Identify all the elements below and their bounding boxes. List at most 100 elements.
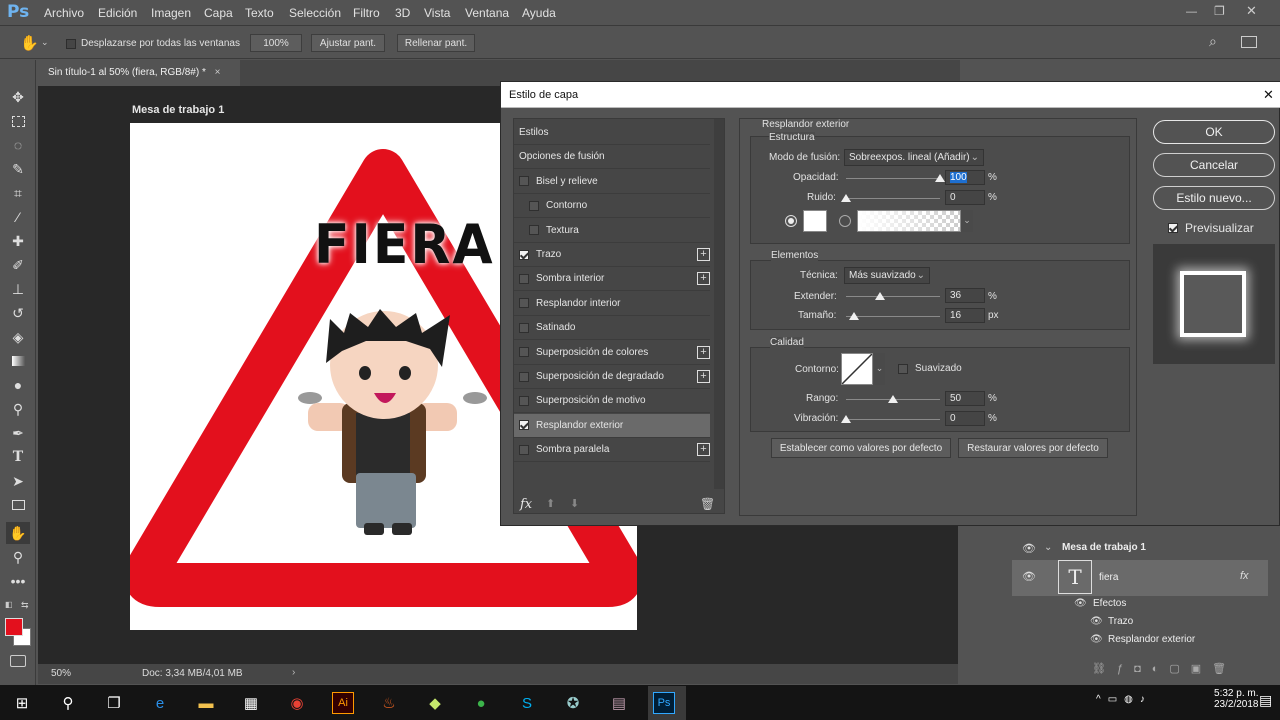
hand-tool-icon[interactable]: ✋ (6, 522, 30, 544)
search-icon[interactable]: ⚲ (57, 692, 79, 714)
menu-item-archivo[interactable]: Archivo (44, 6, 84, 20)
hand-tool-icon[interactable]: ✋ (20, 34, 39, 52)
style-checkbox[interactable] (519, 249, 529, 260)
style-row-superposicion-de-colores[interactable]: Superposición de colores + (514, 341, 710, 365)
fx-menu-icon[interactable]: fx (520, 497, 532, 512)
edge-browser-icon[interactable]: e (149, 692, 171, 714)
minimize-icon[interactable]: — (1186, 6, 1197, 18)
menu-item-3d[interactable]: 3D (395, 6, 410, 20)
style-row-contorno[interactable]: Contorno (514, 194, 710, 219)
healing-brush-tool-icon[interactable]: ✚ (9, 232, 27, 250)
zoom-100-button[interactable]: 100% (250, 34, 302, 52)
preview-option[interactable]: Previsualizar (1168, 221, 1254, 235)
chevron-down-icon[interactable]: ⌄ (874, 353, 885, 385)
solid-color-radio[interactable] (785, 215, 797, 227)
new-style-button[interactable]: Estilo nuevo... (1153, 186, 1275, 210)
size-slider-track[interactable] (846, 316, 940, 317)
add-style-plus-icon[interactable]: + (697, 370, 710, 383)
menu-item-ayuda[interactable]: Ayuda (522, 6, 556, 20)
spread-input[interactable]: 36 (945, 288, 985, 303)
style-checkbox[interactable] (519, 298, 529, 309)
opacity-slider-thumb[interactable] (935, 174, 945, 182)
cancel-button[interactable]: Cancelar (1153, 153, 1275, 177)
visibility-eye-icon[interactable]: 👁 (1022, 542, 1036, 555)
style-checkbox[interactable] (519, 420, 529, 431)
status-menu-chevron-icon[interactable]: › (292, 667, 295, 678)
style-row-resplandor-exterior[interactable]: Resplandor exterior (514, 413, 710, 438)
app-icon[interactable]: ✪ (562, 692, 584, 714)
menu-item-imagen[interactable]: Imagen (151, 6, 191, 20)
style-row-estilos[interactable]: Estilos (514, 121, 710, 145)
anti-aliased-option[interactable]: Suavizado (898, 363, 962, 374)
menu-item-filtro[interactable]: Filtro (353, 6, 380, 20)
notifications-icon[interactable]: ▤ (1259, 692, 1272, 709)
style-checkbox[interactable] (529, 225, 539, 236)
store-icon[interactable]: ▦ (240, 692, 262, 714)
style-row-satinado[interactable]: Satinado (514, 316, 710, 341)
style-row-opciones-de-fusion[interactable]: Opciones de fusión (514, 145, 710, 170)
add-style-plus-icon[interactable]: + (697, 443, 710, 457)
workspace-icon[interactable] (1241, 36, 1257, 48)
style-checkbox[interactable] (519, 444, 529, 455)
scrollbar[interactable] (714, 119, 724, 489)
menu-item-texto[interactable]: Texto (245, 6, 274, 20)
task-view-icon[interactable]: ❐ (103, 692, 125, 714)
style-checkbox[interactable] (519, 371, 529, 382)
style-row-textura[interactable]: Textura (514, 219, 710, 243)
default-colors-icon[interactable]: ◧ (5, 600, 13, 609)
app-icon[interactable]: ● (470, 692, 492, 714)
marquee-tool-icon[interactable] (9, 112, 27, 130)
visibility-eye-icon[interactable]: 👁 (1022, 570, 1036, 583)
set-default-button[interactable]: Establecer como valores por defecto (771, 438, 951, 458)
zoom-level[interactable]: 50% (51, 668, 71, 679)
effect-stroke-label[interactable]: Trazo (1108, 616, 1133, 627)
close-tab-icon[interactable]: × (215, 67, 221, 78)
rectangle-tool-icon[interactable] (9, 496, 27, 514)
layers-panel-actions[interactable]: ⛓ƒ◘◐▢▣🗑 (1092, 662, 1272, 678)
eyedropper-tool-icon[interactable]: ⁄ (9, 208, 27, 226)
glow-gradient-swatch[interactable] (857, 210, 961, 232)
menu-item-vista[interactable]: Vista (424, 6, 450, 20)
size-slider-thumb[interactable] (848, 312, 859, 320)
illustrator-icon[interactable]: Ai (332, 692, 354, 714)
path-select-tool-icon[interactable]: ➤ (9, 472, 27, 490)
style-row-superposicion-de-degradado[interactable]: Superposición de degradado + (514, 365, 710, 389)
crop-tool-icon[interactable]: ⌗ (9, 184, 27, 202)
jitter-slider-track[interactable] (846, 419, 940, 420)
eraser-tool-icon[interactable]: ◈ (9, 328, 27, 346)
reset-default-button[interactable]: Restaurar valores por defecto (958, 438, 1108, 458)
scroll-all-checkbox[interactable] (66, 38, 76, 49)
size-input[interactable]: 16 (945, 308, 985, 323)
search-icon[interactable]: ⌕ (1209, 33, 1217, 50)
noise-slider-track[interactable] (846, 198, 940, 199)
visibility-eye-icon[interactable]: 👁 (1090, 634, 1103, 645)
blur-tool-icon[interactable]: ● (9, 376, 27, 394)
quick-mask-icon[interactable] (10, 655, 26, 667)
restore-icon[interactable]: ❐ (1214, 4, 1225, 18)
spread-slider-track[interactable] (846, 296, 940, 297)
chevron-down-icon[interactable]: ⌄ (1044, 542, 1052, 553)
add-style-plus-icon[interactable]: + (697, 248, 710, 261)
style-row-sombra-interior[interactable]: Sombra interior + (514, 267, 710, 292)
contour-preview[interactable] (841, 353, 873, 385)
visibility-eye-icon[interactable]: 👁 (1074, 598, 1087, 609)
fit-screen-button[interactable]: Ajustar pant. (311, 34, 385, 52)
layer-row-fiera[interactable] (1012, 560, 1268, 596)
style-checkbox[interactable] (519, 273, 529, 284)
blend-mode-select[interactable]: Sobreexpos. lineal (Añadir) ⌄ (844, 149, 984, 166)
menu-item-capa[interactable]: Capa (204, 6, 233, 20)
fill-screen-button[interactable]: Rellenar pant. (397, 34, 475, 52)
range-slider-thumb[interactable] (888, 395, 898, 403)
style-row-trazo[interactable]: Trazo + (514, 243, 710, 267)
clock[interactable]: 5:32 p. m. 23/2/2018 (1214, 688, 1259, 710)
gradient-radio[interactable] (839, 215, 851, 227)
windows-start-icon[interactable]: ⊞ (11, 692, 33, 714)
chevron-down-icon[interactable]: ⌄ (961, 210, 973, 232)
opacity-slider-track[interactable] (846, 178, 940, 179)
trash-icon[interactable]: 🗑 (700, 497, 715, 511)
gradient-tool-icon[interactable] (9, 352, 27, 370)
scroll-all-windows-option[interactable]: Desplazarse por todas las ventanas (66, 38, 240, 49)
more-tools-icon[interactable]: ••• (9, 572, 27, 590)
style-checkbox[interactable] (529, 200, 539, 211)
move-up-icon[interactable]: ⬆ (546, 497, 555, 510)
